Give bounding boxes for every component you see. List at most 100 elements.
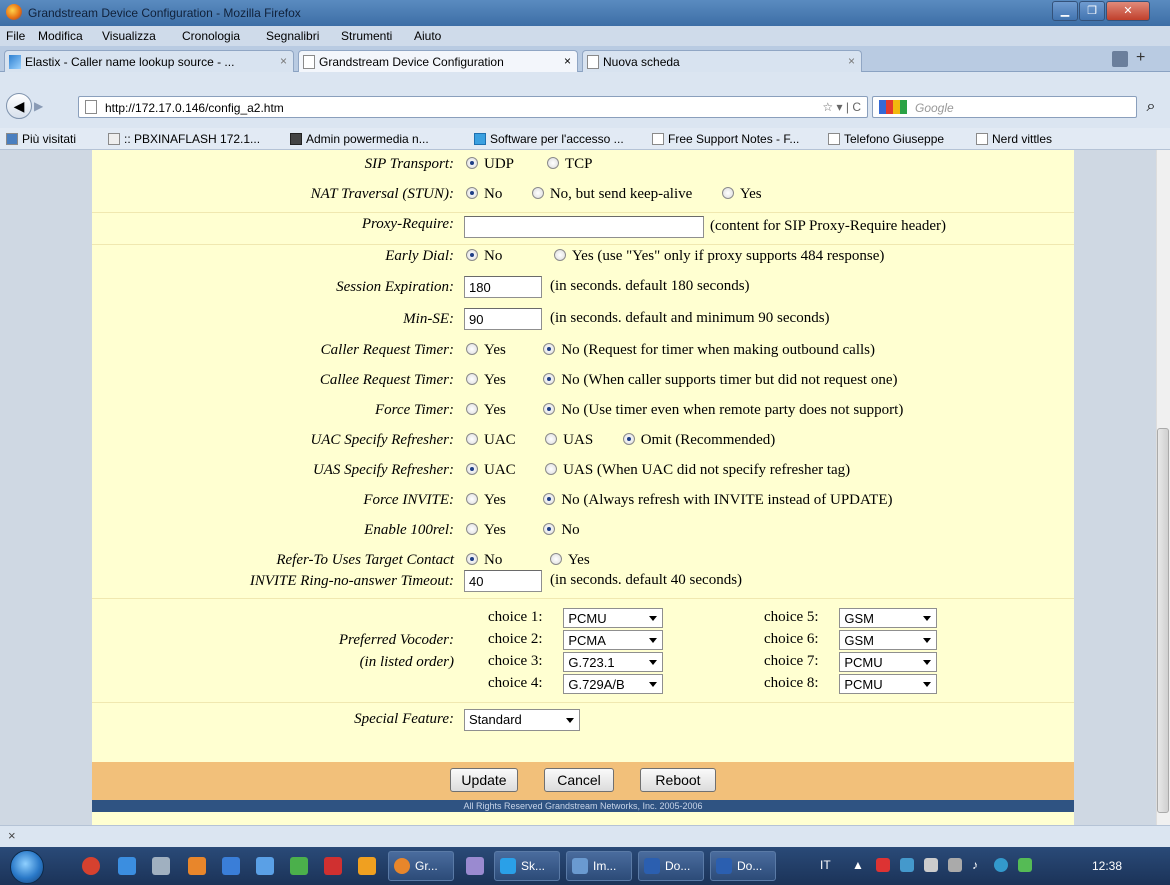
menu-modifica[interactable]: Modifica xyxy=(38,29,83,43)
bookmark-free-support[interactable]: Free Support Notes - F... xyxy=(652,132,799,146)
tab-groups-icon[interactable] xyxy=(1112,51,1128,67)
show-hidden-icons[interactable]: ▲ xyxy=(852,858,864,872)
tray-app-icon[interactable] xyxy=(924,858,938,872)
menu-cronologia[interactable]: Cronologia xyxy=(182,29,240,43)
tab-new[interactable]: Nuova scheda × xyxy=(582,50,862,72)
tray-app-icon[interactable] xyxy=(994,858,1008,872)
vocoder-select-3[interactable]: G.723.1 xyxy=(563,652,664,672)
force-timer-yes-radio[interactable] xyxy=(466,403,478,415)
min-se-input[interactable]: 90 xyxy=(464,308,542,330)
close-tab-icon[interactable]: × xyxy=(280,54,287,68)
enable-100rel-no-radio[interactable] xyxy=(543,523,556,535)
vocoder-select-5[interactable]: GSM xyxy=(839,608,938,628)
bookmark-admin-powermedia[interactable]: Admin powermedia n... xyxy=(290,132,429,146)
filezilla-icon[interactable] xyxy=(324,857,342,875)
nat-yes-radio[interactable] xyxy=(721,187,734,199)
close-tab-icon[interactable]: × xyxy=(564,54,571,68)
menu-segnalibri[interactable]: Segnalibri xyxy=(266,29,319,43)
reload-icon[interactable]: ☆ ▾ | C xyxy=(822,100,861,114)
uas-refresher-uas-radio[interactable] xyxy=(545,463,558,475)
forward-button[interactable]: ▶ xyxy=(34,97,56,115)
udp-radio[interactable] xyxy=(466,157,478,169)
app-icon[interactable] xyxy=(256,857,274,875)
app-icon[interactable] xyxy=(290,857,308,875)
language-indicator[interactable]: IT xyxy=(820,858,831,872)
tray-app-icon[interactable] xyxy=(876,858,890,872)
bookmark-telefono[interactable]: Telefono Giuseppe xyxy=(828,132,944,146)
early-dial-yes-radio[interactable] xyxy=(553,249,566,261)
caller-timer-yes-radio[interactable] xyxy=(466,343,478,355)
tcp-radio[interactable] xyxy=(546,157,559,169)
search-icon[interactable]: ⌕ xyxy=(1140,96,1162,118)
cancel-button[interactable]: Cancel xyxy=(544,768,614,792)
vocoder-select-6[interactable]: GSM xyxy=(839,630,938,650)
app-icon[interactable] xyxy=(222,857,240,875)
chrome-icon[interactable] xyxy=(82,857,100,875)
task-document-2[interactable]: Do... xyxy=(710,851,776,881)
close-addon-bar-icon[interactable]: × xyxy=(8,828,16,843)
caller-timer-no-radio[interactable] xyxy=(543,343,556,355)
nat-no-radio[interactable] xyxy=(466,187,478,199)
force-invite-yes-radio[interactable] xyxy=(466,493,478,505)
enable-100rel-yes-radio[interactable] xyxy=(466,523,478,535)
bookmark-pbxinaflash[interactable]: :: PBXINAFLASH 172.1... xyxy=(108,132,260,146)
bookmark-software[interactable]: Software per l'accesso ... xyxy=(474,132,624,146)
callee-timer-no-radio[interactable] xyxy=(543,373,556,385)
bookmark-piu-visitati[interactable]: Più visitati xyxy=(6,132,76,146)
app-icon[interactable] xyxy=(358,857,376,875)
proxy-require-input[interactable] xyxy=(464,216,704,238)
app-icon[interactable] xyxy=(152,857,170,875)
task-skype[interactable]: Sk... xyxy=(494,851,560,881)
uac-refresher-uac-radio[interactable] xyxy=(466,433,478,445)
session-expiration-input[interactable]: 180 xyxy=(464,276,542,298)
uas-refresher-uac-radio[interactable] xyxy=(466,463,478,475)
menu-aiuto[interactable]: Aiuto xyxy=(414,29,441,43)
network-icon[interactable] xyxy=(948,858,962,872)
search-box[interactable]: Google xyxy=(872,96,1137,118)
task-image[interactable]: Im... xyxy=(566,851,632,881)
tray-app-icon[interactable] xyxy=(900,858,914,872)
maximize-button[interactable]: ❐ xyxy=(1079,1,1105,21)
vocoder-select-8[interactable]: PCMU xyxy=(839,674,938,694)
special-feature-select[interactable]: Standard xyxy=(464,709,580,731)
callee-timer-yes-radio[interactable] xyxy=(466,373,478,385)
new-tab-icon[interactable]: + xyxy=(1136,49,1145,67)
vocoder-select-1[interactable]: PCMU xyxy=(563,608,664,628)
volume-icon[interactable]: ♪ xyxy=(972,858,978,872)
vocoder-select-2[interactable]: PCMA xyxy=(563,630,664,650)
force-timer-no-radio[interactable] xyxy=(543,403,556,415)
app-icon[interactable] xyxy=(466,857,484,875)
close-window-button[interactable]: ✕ xyxy=(1106,1,1150,21)
bookmark-nerd-vittles[interactable]: Nerd vittles xyxy=(976,132,1052,146)
refer-to-yes-radio[interactable] xyxy=(549,553,562,565)
tab-elastix[interactable]: Elastix - Caller name lookup source - ..… xyxy=(4,50,294,72)
minimize-button[interactable]: ▁ xyxy=(1052,1,1078,21)
start-button[interactable] xyxy=(10,850,44,884)
clock[interactable]: 12:38 xyxy=(1092,859,1122,873)
force-invite-no-radio[interactable] xyxy=(543,493,556,505)
app-icon[interactable] xyxy=(188,857,206,875)
menu-file[interactable]: File xyxy=(6,29,25,43)
task-document-1[interactable]: Do... xyxy=(638,851,704,881)
task-firefox[interactable]: Gr... xyxy=(388,851,454,881)
tray-app-icon[interactable] xyxy=(1018,858,1032,872)
nat-keepalive-radio[interactable] xyxy=(531,187,544,199)
close-tab-icon[interactable]: × xyxy=(848,54,855,68)
early-dial-no-radio[interactable] xyxy=(466,249,478,261)
menu-strumenti[interactable]: Strumenti xyxy=(341,29,392,43)
update-button[interactable]: Update xyxy=(450,768,518,792)
ring-timeout-input[interactable]: 40 xyxy=(464,570,542,592)
back-button[interactable]: ◀ xyxy=(6,93,32,119)
proxy-require-label: Proxy-Require: xyxy=(361,216,454,232)
scrollbar-thumb[interactable] xyxy=(1157,428,1169,813)
menu-visualizza[interactable]: Visualizza xyxy=(102,29,156,43)
vocoder-select-4[interactable]: G.729A/B xyxy=(563,674,664,694)
reboot-button[interactable]: Reboot xyxy=(640,768,716,792)
uac-refresher-uas-radio[interactable] xyxy=(545,433,558,445)
vocoder-select-7[interactable]: PCMU xyxy=(839,652,938,672)
refer-to-no-radio[interactable] xyxy=(466,553,478,565)
tab-grandstream[interactable]: Grandstream Device Configuration × xyxy=(298,50,578,72)
url-bar[interactable]: http://172.17.0.146/config_a2.htm ☆ ▾ | … xyxy=(78,96,868,118)
uac-refresher-omit-radio[interactable] xyxy=(622,433,635,445)
app-icon[interactable] xyxy=(118,857,136,875)
